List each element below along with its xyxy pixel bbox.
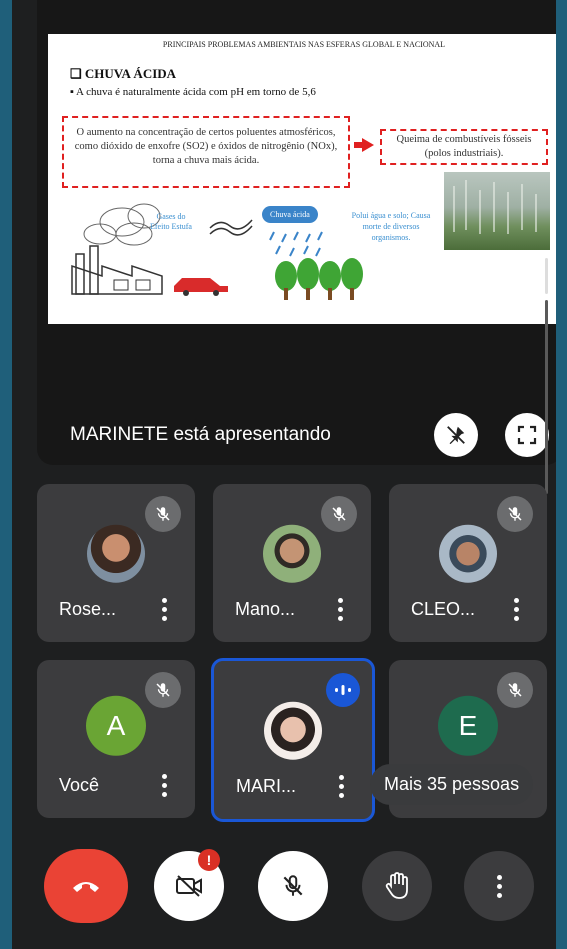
mic-muted-icon	[321, 496, 357, 532]
notification-badge: !	[198, 849, 220, 871]
participant-tile[interactable]: CLEO...	[389, 484, 547, 642]
more-options-icon[interactable]	[337, 598, 343, 622]
avatar	[439, 524, 497, 583]
end-call-icon	[73, 882, 99, 892]
raise-hand-icon	[385, 872, 408, 899]
presenter-status: MARINETE está apresentando	[70, 424, 331, 445]
avatar	[87, 524, 145, 583]
speaking-indicator-icon	[326, 673, 360, 707]
rain-cloud-icon	[269, 231, 323, 257]
slide-bullet: ▪ A chuva é naturalmente ácida com pH em…	[70, 86, 316, 98]
avatar	[263, 524, 321, 583]
arrow-head-icon	[362, 138, 374, 152]
presentation-slide: PRINCIPAIS PROBLEMAS AMBIENTAIS NAS ESFE…	[48, 34, 556, 324]
avatar: A	[86, 695, 146, 756]
participant-name: Mano...	[235, 599, 296, 619]
mic-muted-icon	[497, 496, 533, 532]
participant-tile[interactable]: Rose...	[37, 484, 195, 642]
participant-name: MARI...	[236, 776, 297, 796]
participant-tile-speaking[interactable]: MARI...	[211, 658, 375, 822]
end-call-button[interactable]	[44, 849, 128, 923]
pin-off-icon	[447, 426, 465, 445]
more-options-icon[interactable]	[161, 774, 167, 798]
avatar	[264, 701, 322, 760]
slide-title: PRINCIPAIS PROBLEMAS AMBIENTAIS NAS ESFE…	[162, 40, 446, 49]
scrollbar-thumb[interactable]	[545, 258, 548, 294]
more-options-icon[interactable]	[513, 598, 519, 622]
mic-off-icon	[283, 875, 303, 896]
scrollbar-track	[545, 300, 548, 494]
factory-illustration	[71, 203, 228, 296]
slide-box-cause: O aumento na concentração de certos polu…	[62, 116, 350, 188]
participant-name: Rose...	[59, 599, 117, 619]
unpin-button[interactable]	[434, 413, 478, 457]
participant-tile-self[interactable]: A Você	[37, 660, 195, 818]
participant-name: CLEO...	[411, 599, 476, 619]
pollution-effects-label: Polui água e solo; Causa morte de divers…	[351, 211, 431, 243]
dead-forest-photo	[444, 172, 550, 250]
fullscreen-icon	[517, 425, 537, 445]
wind-icon	[209, 219, 253, 236]
avatar: E	[438, 695, 498, 756]
mic-muted-icon	[497, 672, 533, 708]
slide-heading: ❑ CHUVA ÁCIDA	[70, 66, 177, 81]
participant-name: Você	[59, 775, 100, 795]
meet-screen: PRINCIPAIS PROBLEMAS AMBIENTAIS NAS ESFE…	[12, 0, 556, 949]
camera-toggle-button[interactable]: !	[154, 849, 224, 921]
more-participants-tooltip[interactable]: Mais 35 pessoas	[370, 764, 534, 805]
trees-illustration	[275, 258, 363, 300]
more-options-icon	[496, 874, 502, 898]
mic-toggle-button[interactable]	[258, 851, 328, 921]
more-options-icon[interactable]	[338, 775, 344, 799]
raise-hand-button[interactable]	[362, 851, 432, 921]
mic-muted-icon	[145, 672, 181, 708]
more-options-icon[interactable]	[161, 598, 167, 622]
slide-box-source: Queima de combustíveis fósseis (polos in…	[380, 129, 548, 165]
mic-muted-icon	[145, 496, 181, 532]
more-options-button[interactable]	[464, 851, 534, 921]
camera-off-icon	[176, 875, 202, 897]
gases-label: Gases do Efeito Estufa	[150, 212, 192, 232]
participant-tile[interactable]: Mano...	[213, 484, 371, 642]
fullscreen-button[interactable]	[505, 413, 549, 457]
